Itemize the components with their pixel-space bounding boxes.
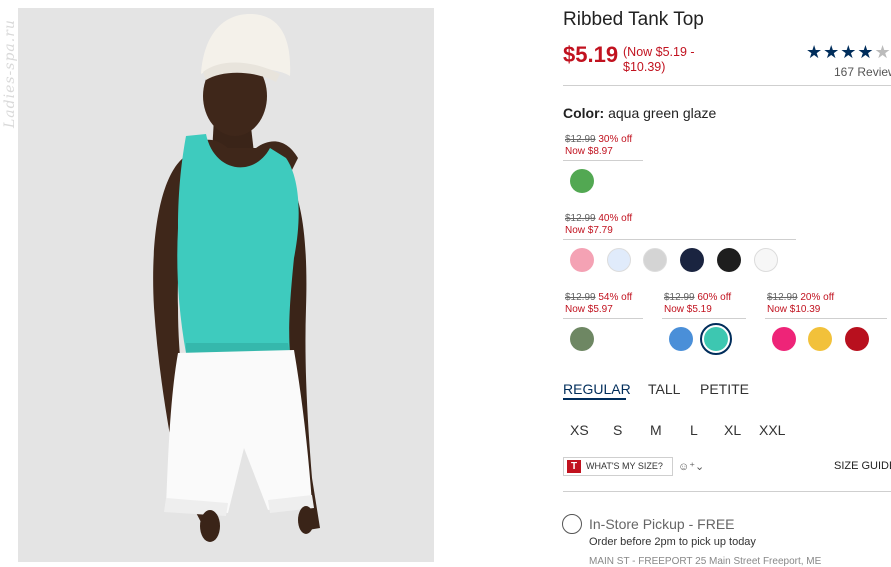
product-title: Ribbed Tank Top — [563, 9, 704, 30]
current-price: $5.19 — [563, 42, 619, 67]
now-price: Now $5.97 — [565, 304, 613, 315]
now-price: Now $8.97 — [565, 146, 613, 157]
divider — [563, 491, 891, 492]
tab-active-underline — [563, 398, 626, 400]
pickup-subtext: Order before 2pm to pick up today — [589, 536, 756, 548]
whats-my-size-label: WHAT'S MY SIZE? — [586, 461, 663, 471]
was-price: $12.99 — [565, 292, 596, 303]
true-fit-logo-icon: T — [567, 460, 581, 473]
was-price: $12.99 — [565, 213, 596, 224]
tab-regular[interactable]: REGULAR — [563, 381, 631, 397]
size-m[interactable]: M — [650, 422, 662, 438]
discount: 30% off — [598, 134, 633, 145]
product-image[interactable] — [18, 8, 434, 562]
group-divider — [563, 160, 643, 161]
price-range: (Now $5.19 - $10.39) — [623, 45, 695, 74]
swatch-blue[interactable] — [669, 327, 693, 351]
swatch-green[interactable] — [570, 169, 594, 193]
swatch-red[interactable] — [845, 327, 869, 351]
size-guide-link[interactable]: SIZE GUIDE — [834, 460, 891, 472]
size-xxl[interactable]: XXL — [759, 422, 785, 438]
swatch-olive[interactable] — [570, 327, 594, 351]
swatch-navy[interactable] — [680, 248, 704, 272]
fit-profile-icon[interactable]: ☺⁺⌄ — [678, 460, 704, 473]
now-price: Now $5.19 — [664, 304, 712, 315]
color-label-row: Color: aqua green glaze — [563, 105, 716, 121]
swatch-magenta[interactable] — [772, 327, 796, 351]
color-label: Color: — [563, 105, 605, 121]
swatch-light-gray[interactable] — [643, 248, 667, 272]
size-xs[interactable]: XS — [570, 422, 589, 438]
swatch-black[interactable] — [717, 248, 741, 272]
reviews-link[interactable]: 167 Reviews — [834, 65, 891, 79]
model-illustration — [18, 8, 434, 562]
pickup-radio[interactable] — [562, 514, 582, 534]
swatch-light-blue[interactable] — [607, 248, 631, 272]
divider — [563, 85, 891, 86]
swatch-aqua-green-glaze[interactable] — [704, 327, 728, 351]
discount: 20% off — [800, 292, 835, 303]
price-group-1: $12.99 30% off Now $8.97 — [565, 134, 632, 158]
price-group-2: $12.99 40% off Now $7.79 — [565, 213, 632, 237]
discount: 54% off — [598, 292, 633, 303]
size-xl[interactable]: XL — [724, 422, 741, 438]
price-group-5: $12.99 20% off Now $10.39 — [767, 292, 834, 316]
size-l[interactable]: L — [690, 422, 698, 438]
group-divider — [765, 318, 887, 319]
rating-stars[interactable]: ★★★★★ — [806, 42, 891, 63]
whats-my-size-button[interactable]: T WHAT'S MY SIZE? — [563, 457, 673, 476]
was-price: $12.99 — [664, 292, 695, 303]
was-price: $12.99 — [767, 292, 798, 303]
price-group-4: $12.99 60% off Now $5.19 — [664, 292, 731, 316]
tab-petite[interactable]: PETITE — [700, 381, 749, 397]
now-price: Now $10.39 — [767, 304, 821, 315]
tab-tall[interactable]: TALL — [648, 381, 680, 397]
size-s[interactable]: S — [613, 422, 622, 438]
pickup-label: In-Store Pickup - FREE — [589, 516, 735, 532]
price-group-3: $12.99 54% off Now $5.97 — [565, 292, 632, 316]
now-price: Now $7.79 — [565, 225, 613, 236]
group-divider — [662, 318, 746, 319]
color-value: aqua green glaze — [608, 105, 717, 121]
swatch-pink[interactable] — [570, 248, 594, 272]
swatch-white[interactable] — [754, 248, 778, 272]
discount: 40% off — [598, 213, 633, 224]
discount: 60% off — [697, 292, 732, 303]
group-divider — [563, 239, 796, 240]
filled-star-icons: ★★★★ — [806, 42, 875, 62]
half-star-icon: ★ — [874, 42, 891, 62]
swatch-yellow[interactable] — [808, 327, 832, 351]
group-divider — [563, 318, 643, 319]
was-price: $12.99 — [565, 134, 596, 145]
